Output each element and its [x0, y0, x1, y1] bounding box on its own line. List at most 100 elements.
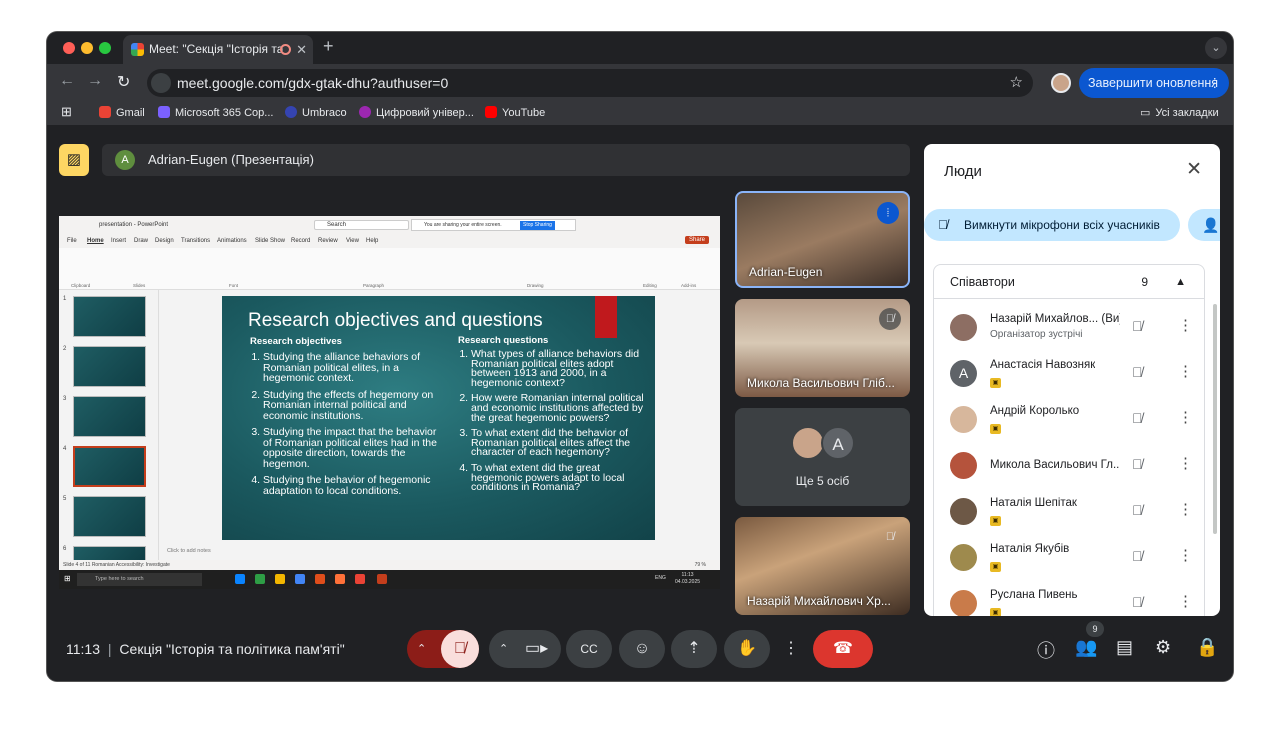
participant-row[interactable]: А Анастасія Навозняк ▣ 🎙̸ ⋮ — [934, 351, 1204, 397]
pp-menu-item[interactable]: Transitions — [181, 238, 210, 244]
pp-menu-item[interactable]: Review — [318, 238, 338, 244]
pp-menu-item[interactable]: Home — [87, 238, 104, 244]
participant-row[interactable]: Микола Васильович Гл... 🎙̸ ⋮ — [934, 443, 1204, 489]
kebab-menu-icon[interactable]: ⋮ — [1209, 68, 1222, 98]
pp-menu-item[interactable]: Help — [366, 238, 378, 244]
mic-off-icon[interactable]: 🎙̸ — [1132, 456, 1143, 472]
bookmark-star-icon[interactable]: ☆ — [1010, 69, 1023, 97]
more-options-icon[interactable]: ⋮ — [1178, 500, 1193, 518]
pp-menu-item[interactable]: Record — [291, 238, 310, 244]
present-screen-icon[interactable]: ⇡ — [671, 630, 717, 668]
update-button[interactable]: Завершити оновлення ⋮ — [1079, 68, 1229, 98]
address-bar[interactable]: meet.google.com/gdx-gtak-dhu?authuser=0 … — [147, 69, 1033, 97]
participant-row[interactable]: Наталія Шепітак ▣ 🎙̸ ⋮ — [934, 489, 1204, 535]
taskbar-app-icon[interactable] — [315, 574, 325, 584]
slide-thumbnail[interactable] — [73, 346, 146, 387]
participant-row[interactable]: Наталія Якубів ▣ 🎙̸ ⋮ — [934, 535, 1204, 581]
leave-call-icon[interactable]: ☎ — [813, 630, 873, 668]
activities-icon[interactable]: ⚙ — [1155, 637, 1171, 658]
slide-thumbnail[interactable] — [73, 296, 146, 337]
tile-adrian[interactable]: ⦙ Adrian-Eugen — [735, 191, 910, 288]
bookmark-gmail[interactable]: Gmail — [99, 106, 145, 119]
back-arrow-icon[interactable]: ← — [59, 72, 75, 90]
bookmark-youtube[interactable]: YouTube — [485, 106, 545, 119]
panel-scrollbar[interactable] — [1213, 304, 1217, 534]
tile-nazarii[interactable]: 🎙̸ Назарій Михайлович Хр... — [735, 517, 910, 615]
add-people-icon[interactable]: 👤 — [1188, 209, 1220, 241]
chat-icon[interactable]: ▤ — [1116, 637, 1133, 658]
raise-hand-icon[interactable]: ✋ — [724, 630, 770, 668]
slide-thumbnail[interactable] — [73, 496, 146, 537]
more-options-icon[interactable]: ⋮ — [1178, 454, 1193, 472]
apps-grid-icon[interactable]: ⊞ — [61, 104, 72, 120]
windows-start-icon[interactable]: ⊞ — [64, 574, 71, 583]
taskbar-app-icon[interactable] — [335, 574, 345, 584]
mic-off-icon[interactable]: 🎙̸ — [1132, 318, 1143, 334]
pp-share-button[interactable]: Share — [685, 236, 710, 244]
mic-off-icon[interactable]: 🎙̸ — [1132, 410, 1143, 426]
taskbar-app-icon[interactable] — [255, 574, 265, 584]
close-tab-icon[interactable]: ✕ — [296, 35, 307, 64]
notes-placeholder[interactable]: Click to add notes — [167, 548, 211, 554]
pp-menu-item[interactable]: Slide Show — [255, 238, 285, 244]
host-controls-icon[interactable]: 🔒 — [1196, 637, 1218, 658]
forward-arrow-icon[interactable]: → — [87, 72, 103, 90]
bookmark-umbraco[interactable]: Umbraco — [285, 106, 347, 119]
tile-more-people[interactable]: A Ще 5 осіб — [735, 408, 910, 506]
mic-options-chevron-icon[interactable]: ⌃ — [417, 630, 426, 668]
mic-off-icon[interactable]: 🎙̸ — [441, 630, 479, 668]
mic-off-icon[interactable]: 🎙̸ — [1132, 594, 1143, 610]
mic-off-icon[interactable]: 🎙̸ — [1132, 364, 1143, 380]
section-header[interactable]: Співавтори 9 ▲ — [934, 265, 1204, 299]
minimize-window-button[interactable] — [81, 42, 93, 54]
emoji-icon[interactable]: ☺ — [619, 630, 665, 668]
new-tab-icon[interactable]: + — [323, 36, 334, 57]
stop-sharing-button[interactable]: Stop Sharing — [520, 221, 555, 230]
taskbar-app-icon[interactable] — [295, 574, 305, 584]
pp-menu-item[interactable]: View — [346, 238, 359, 244]
more-options-icon[interactable]: ⋮ — [1178, 408, 1193, 426]
pp-menu-item[interactable]: Animations — [217, 238, 247, 244]
pp-menu-item[interactable]: Design — [155, 238, 174, 244]
mic-off-icon[interactable]: 🎙̸ — [1132, 502, 1143, 518]
participant-row[interactable]: Андрій Королько ▣ 🎙̸ ⋮ — [934, 397, 1204, 443]
reload-icon[interactable]: ↻ — [117, 72, 130, 92]
profile-avatar[interactable] — [1051, 73, 1071, 93]
all-bookmarks[interactable]: ▭ Усі закладки — [1140, 106, 1219, 119]
taskbar-app-icon[interactable] — [235, 574, 245, 584]
close-icon[interactable]: ✕ — [1186, 158, 1202, 181]
pp-menu-item[interactable]: Insert — [111, 238, 126, 244]
taskbar-app-icon[interactable] — [355, 574, 365, 584]
pp-search[interactable]: Search — [314, 220, 409, 230]
bookmark-m365[interactable]: Microsoft 365 Cop... — [158, 106, 273, 119]
more-options-icon[interactable]: ⋮ — [1178, 546, 1193, 564]
camera-icon[interactable]: ▭▸ — [525, 630, 548, 668]
slide-thumbnail[interactable] — [73, 396, 146, 437]
mic-off-icon[interactable]: 🎙̸ — [1132, 548, 1143, 564]
people-icon[interactable]: 👥 — [1075, 637, 1097, 658]
more-options-icon[interactable]: ⋮ — [1178, 316, 1193, 334]
taskbar-app-icon[interactable] — [275, 574, 285, 584]
close-window-button[interactable] — [63, 42, 75, 54]
taskbar-lang[interactable]: ENG — [655, 575, 666, 581]
pp-menu-item[interactable]: File — [67, 238, 77, 244]
more-options-icon[interactable]: ⋮ — [1178, 592, 1193, 610]
participant-row[interactable]: Руслана Пивень ▣ 🎙̸ ⋮ — [934, 581, 1204, 616]
tile-mykola[interactable]: 🎙̸ Микола Васильович Гліб... — [735, 299, 910, 397]
mute-all-button[interactable]: 🎙̸ Вимкнути мікрофони всіх учасників — [924, 209, 1180, 241]
maximize-window-button[interactable] — [99, 42, 111, 54]
participant-row[interactable]: Назарій Михайлов... (Ви) Організатор зус… — [934, 305, 1204, 351]
taskbar-search[interactable]: Type here to search — [77, 573, 202, 586]
meeting-details-icon[interactable]: ⓘ — [1037, 637, 1055, 663]
slide-thumbnail-selected[interactable] — [73, 446, 146, 487]
tab-meet[interactable]: Meet: "Секція "Історія та ✕ — [123, 35, 313, 64]
stop-presentation-icon[interactable]: ▨ — [59, 144, 89, 176]
pp-menu-item[interactable]: Draw — [134, 238, 148, 244]
more-options-icon[interactable]: ⋮ — [779, 630, 803, 668]
bookmark-digital-univ[interactable]: Цифровий універ... — [359, 106, 474, 119]
tab-search-chevron-icon[interactable]: ⌄ — [1205, 37, 1227, 59]
taskbar-app-icon[interactable] — [377, 574, 387, 584]
more-options-icon[interactable]: ⋮ — [1178, 362, 1193, 380]
camera-options-chevron-icon[interactable]: ⌃ — [499, 630, 508, 668]
site-info-icon[interactable] — [151, 73, 171, 93]
